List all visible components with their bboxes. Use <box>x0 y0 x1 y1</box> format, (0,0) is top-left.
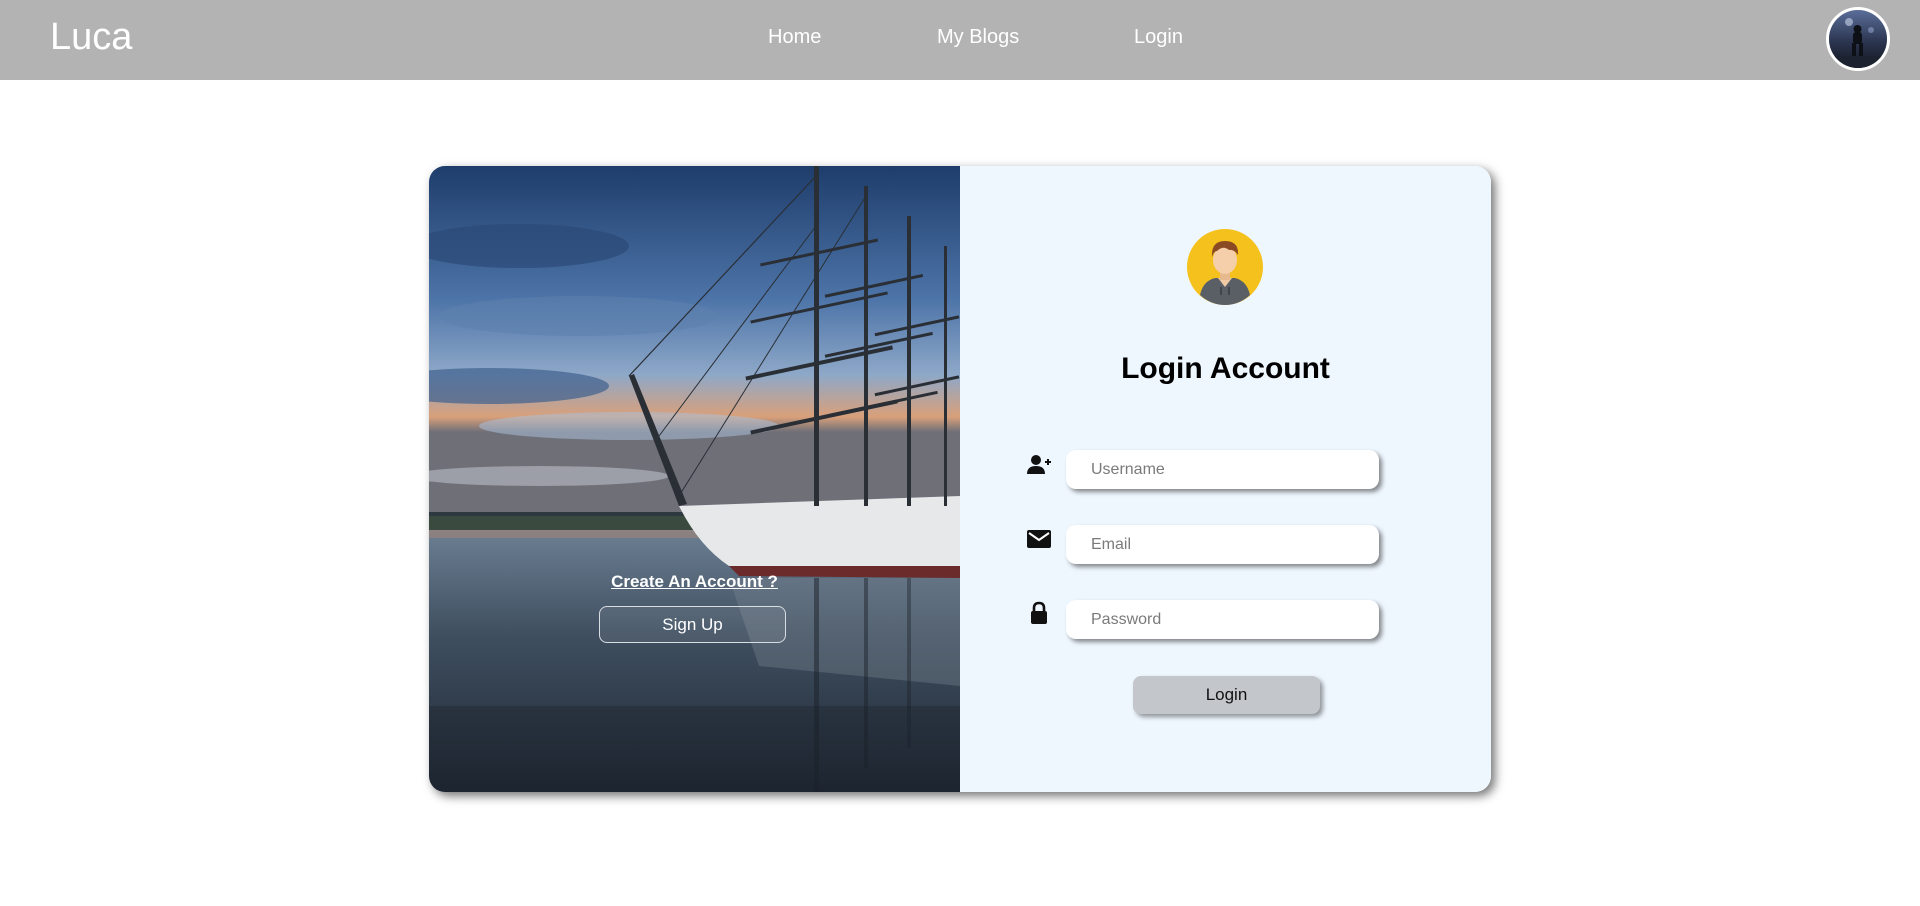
nav-link-my-blogs[interactable]: My Blogs <box>937 26 1019 49</box>
nav-link-login[interactable]: Login <box>1134 26 1183 49</box>
lock-icon <box>1031 601 1047 624</box>
login-card: Create An Account ? Sign Up Login Accoun… <box>429 166 1491 792</box>
email-input[interactable] <box>1066 525 1379 564</box>
login-submit-button[interactable]: Login <box>1133 676 1320 714</box>
signup-button[interactable]: Sign Up <box>599 606 786 643</box>
brand-logo-text[interactable]: Luca <box>50 16 132 59</box>
top-navbar: Luca Home My Blogs Login <box>0 0 1920 80</box>
user-avatar-icon <box>1187 229 1263 305</box>
envelope-icon <box>1027 530 1051 548</box>
tall-ship-harbor-image <box>429 166 960 792</box>
password-input[interactable] <box>1066 600 1379 639</box>
profile-picture-icon <box>1829 10 1887 68</box>
nav-link-home[interactable]: Home <box>768 26 821 49</box>
create-account-link[interactable]: Create An Account ? <box>429 572 960 592</box>
hero-image-panel: Create An Account ? Sign Up <box>429 166 960 792</box>
user-plus-icon <box>1027 455 1051 474</box>
username-input[interactable] <box>1066 450 1379 489</box>
profile-avatar[interactable] <box>1826 7 1890 71</box>
login-form-panel: Login Account Login <box>960 166 1491 792</box>
form-title: Login Account <box>1121 352 1330 385</box>
